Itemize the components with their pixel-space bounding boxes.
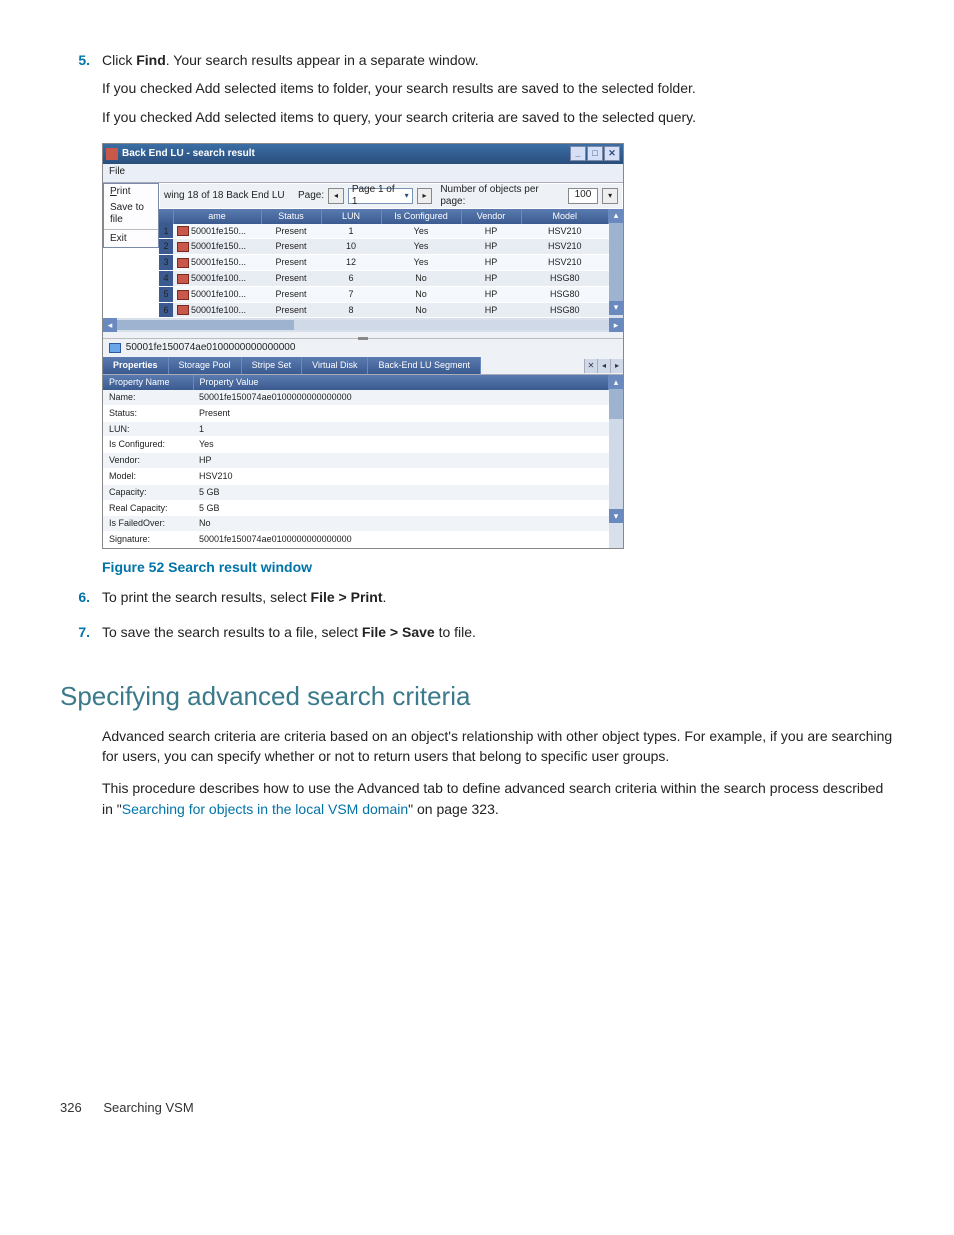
page-next-button[interactable]: ▸ <box>417 188 433 204</box>
chapter-name: Searching VSM <box>103 1100 193 1115</box>
col-rownum[interactable] <box>159 209 173 224</box>
search-result-window: Back End LU - search result _ □ ✕ File P… <box>102 143 624 549</box>
grid-row[interactable]: 1 50001fe150... Present1 YesHPHSV210 <box>159 224 609 239</box>
storage-icon <box>177 274 189 284</box>
step-number: 6. <box>60 587 102 615</box>
cross-reference-link[interactable]: Searching for objects in the local VSM d… <box>122 801 408 817</box>
step-body: To print the search results, select File… <box>102 587 894 615</box>
scroll-up-icon[interactable]: ▴ <box>609 209 623 223</box>
prop-row: LUN:1 <box>103 421 609 437</box>
prop-row: Model:HSV210 <box>103 469 609 485</box>
tab-virtual-disk[interactable]: Virtual Disk <box>302 357 368 374</box>
objects-per-page-value: 100 <box>568 188 599 204</box>
tab-scroll-left-icon[interactable]: ◂ <box>597 359 610 373</box>
scroll-up-icon[interactable]: ▴ <box>609 375 623 389</box>
scroll-left-icon[interactable]: ◂ <box>103 318 117 332</box>
file-save-item[interactable]: Save to file <box>104 200 158 228</box>
properties-vscroll[interactable]: ▴ ▾ <box>609 375 623 548</box>
detail-tabbar: Properties Storage Pool Stripe Set Virtu… <box>103 357 623 375</box>
tab-backend-lu-segment[interactable]: Back-End LU Segment <box>368 357 481 374</box>
prop-row: Name:50001fe150074ae0100000000000000 <box>103 390 609 405</box>
objects-per-page-label: Number of objects per page: <box>440 184 563 208</box>
app-icon <box>106 148 118 160</box>
grid-row[interactable]: 6 50001fe100... Present8 NoHPHSG80 <box>159 302 609 318</box>
prop-row: Status:Present <box>103 405 609 421</box>
selected-object-name: 50001fe150074ae0100000000000000 <box>126 342 296 353</box>
scroll-down-icon[interactable]: ▾ <box>609 509 623 523</box>
grid-row[interactable]: 3 50001fe150... Present12 YesHPHSV210 <box>159 255 609 271</box>
prop-row: Capacity:5 GB <box>103 484 609 500</box>
grid-vscroll[interactable]: ▴ ▾ <box>609 209 623 319</box>
text: If you checked Add selected items to fol… <box>102 78 894 98</box>
prop-row: Is Configured:Yes <box>103 437 609 453</box>
menubar: File <box>103 164 623 183</box>
storage-icon <box>177 242 189 252</box>
col-status[interactable]: Status <box>261 209 321 224</box>
col-model[interactable]: Model <box>521 209 609 224</box>
step-number: 5. <box>60 50 102 135</box>
scroll-right-icon[interactable]: ▸ <box>609 318 623 332</box>
figure-caption: Figure 52 Search result window <box>102 557 894 577</box>
page-combo[interactable]: Page 1 of 1 <box>348 188 413 204</box>
grid-header-row: ame Status LUN Is Configured Vendor Mode… <box>159 209 609 224</box>
prop-header-value[interactable]: Property Value <box>193 375 609 390</box>
prop-row: Real Capacity:5 GB <box>103 500 609 516</box>
page-prev-button[interactable]: ◂ <box>328 188 344 204</box>
page-number: 326 <box>60 1100 82 1115</box>
text: Click <box>102 52 136 68</box>
file-menu-dropdown: Print Save to file Exit <box>103 183 159 248</box>
prop-row: Signature:50001fe150074ae010000000000000… <box>103 532 609 548</box>
text: . Your search results appear in a separa… <box>166 52 479 68</box>
file-menu[interactable]: File <box>109 166 125 177</box>
prop-header-name[interactable]: Property Name <box>103 375 193 390</box>
storage-icon <box>177 305 189 315</box>
col-vendor[interactable]: Vendor <box>461 209 521 224</box>
page-label: Page: <box>298 190 324 202</box>
scroll-down-icon[interactable]: ▾ <box>609 301 623 315</box>
col-isconfigured[interactable]: Is Configured <box>381 209 461 224</box>
result-count-label: wing 18 of 18 Back End LU <box>164 190 294 202</box>
step-body: To save the search results to a file, se… <box>102 622 894 650</box>
close-button[interactable]: ✕ <box>604 146 620 161</box>
tab-scroll-right-icon[interactable]: ▸ <box>610 359 623 373</box>
paragraph: This procedure describes how to use the … <box>102 778 894 819</box>
col-name[interactable]: ame <box>173 209 261 224</box>
tab-scroll-controls: ✕ ◂ ▸ <box>584 357 623 374</box>
step-body: Click Find. Your search results appear i… <box>102 50 894 135</box>
prop-row: Vendor:HP <box>103 453 609 469</box>
text-bold: Find <box>136 52 166 68</box>
objects-per-page-dropdown[interactable]: ▾ <box>602 188 618 204</box>
section-heading: Specifying advanced search criteria <box>60 678 894 716</box>
window-title: Back End LU - search result <box>122 148 569 160</box>
storage-icon <box>177 258 189 268</box>
col-lun[interactable]: LUN <box>321 209 381 224</box>
maximize-button[interactable]: □ <box>587 146 603 161</box>
file-exit-item[interactable]: Exit <box>104 231 158 247</box>
minimize-button[interactable]: _ <box>570 146 586 161</box>
storage-icon <box>177 290 189 300</box>
grid-row[interactable]: 2 50001fe150... Present10 YesHPHSV210 <box>159 239 609 255</box>
storage-icon <box>109 343 121 353</box>
tab-properties[interactable]: Properties <box>103 357 169 374</box>
grid-row[interactable]: 4 50001fe100... Present6 NoHPHSG80 <box>159 271 609 287</box>
prop-row: Is FailedOver:No <box>103 516 609 532</box>
tab-stripe-set[interactable]: Stripe Set <box>242 357 303 374</box>
tab-close-icon[interactable]: ✕ <box>584 359 597 373</box>
toolbar: wing 18 of 18 Back End LU Page: ◂ Page 1… <box>160 184 622 208</box>
grid-row[interactable]: 5 50001fe100... Present7 NoHPHSG80 <box>159 286 609 302</box>
results-grid: ame Status LUN Is Configured Vendor Mode… <box>159 209 609 319</box>
file-print-item[interactable]: Print <box>104 184 158 200</box>
properties-table: Property Name Property Value Name:50001f… <box>103 375 609 548</box>
storage-icon <box>177 226 189 236</box>
text: If you checked Add selected items to que… <box>102 107 894 127</box>
grid-hscroll[interactable]: ◂ ▸ <box>103 318 623 332</box>
tab-storage-pool[interactable]: Storage Pool <box>169 357 242 374</box>
paragraph: Advanced search criteria are criteria ba… <box>102 726 894 767</box>
titlebar: Back End LU - search result _ □ ✕ <box>103 144 623 164</box>
step-number: 7. <box>60 622 102 650</box>
page-footer: 326 Searching VSM <box>60 1099 894 1118</box>
